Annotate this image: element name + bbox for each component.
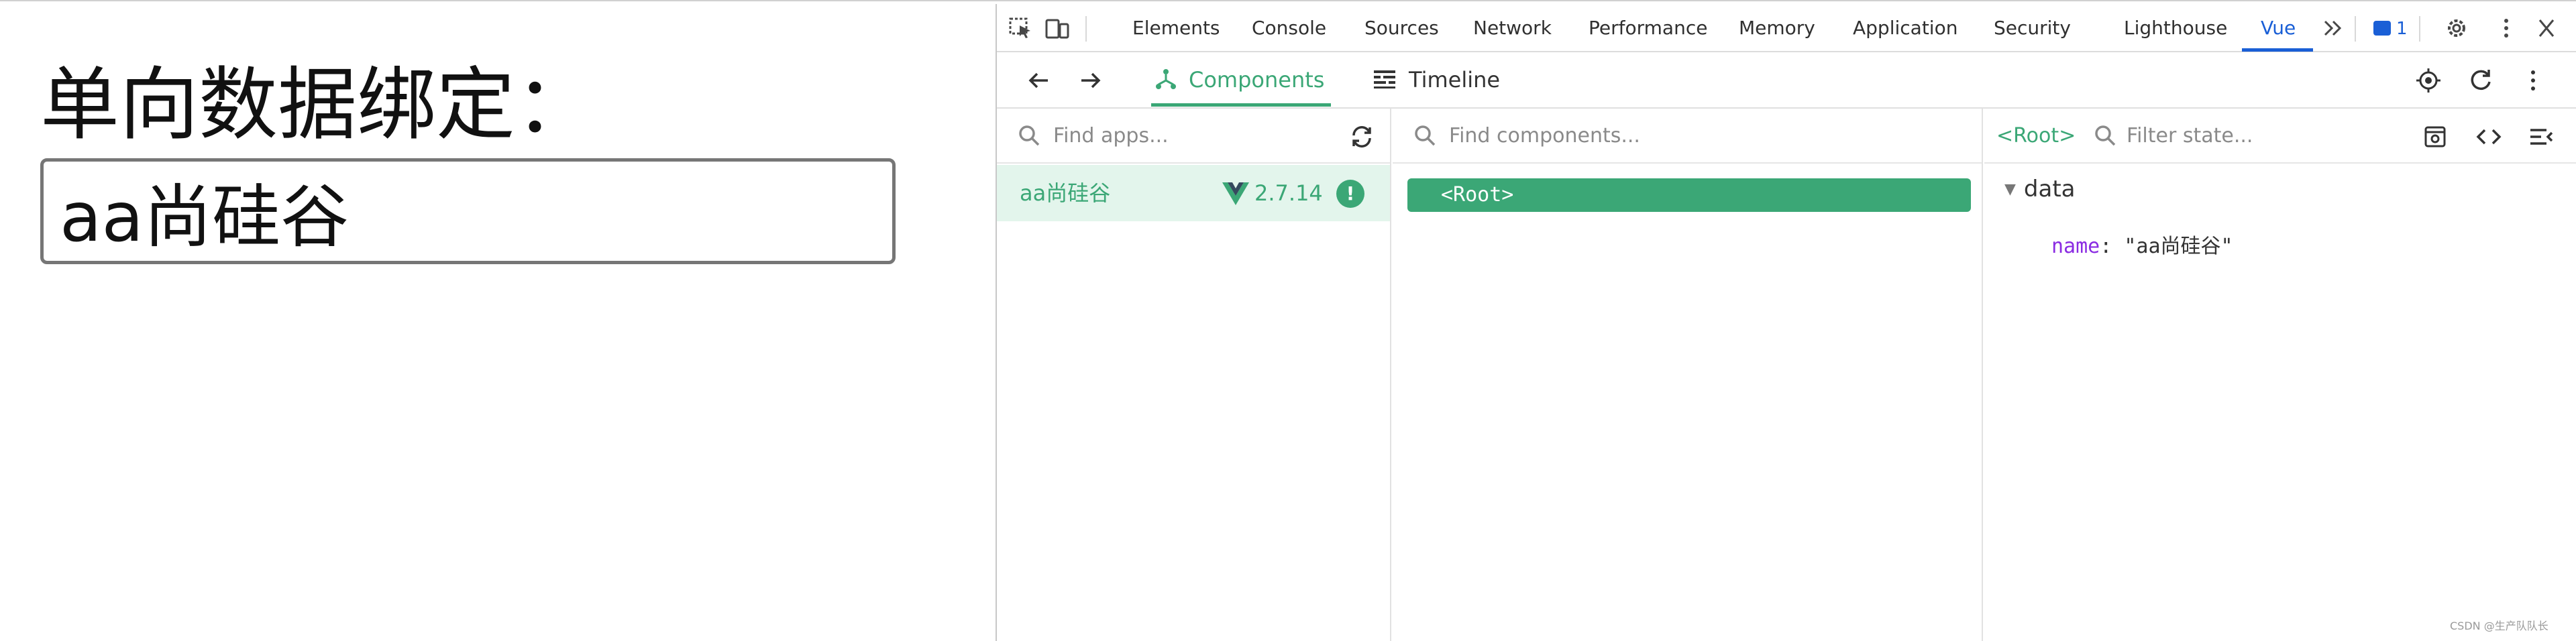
components-search-row — [1393, 109, 1982, 164]
tab-performance[interactable]: Performance — [1589, 4, 1707, 52]
gear-icon[interactable] — [2443, 16, 2470, 40]
tab-timeline-label: Timeline — [1409, 67, 1501, 93]
caret-down-icon: ▼ — [2004, 181, 2016, 198]
page-title: 单向数据绑定： — [40, 58, 595, 151]
inspect-element-icon[interactable] — [1008, 16, 1034, 40]
selected-component-name: <Root> — [1996, 124, 2076, 148]
apps-pane: aa尚硅谷 2.7.14 ! — [997, 109, 1391, 641]
components-search-input[interactable] — [1449, 119, 1919, 152]
toolbar-divider — [2355, 16, 2356, 42]
state-property-row[interactable]: name: "aa尚硅谷" — [2051, 229, 2233, 259]
apps-search-row — [997, 109, 1390, 164]
state-inspector-pane: <Root> ▼ data name: "aa尚硅谷" — [1984, 109, 2576, 641]
kebab-menu-icon[interactable] — [2493, 16, 2520, 40]
message-icon — [2373, 20, 2391, 36]
property-separator: : — [2100, 235, 2125, 258]
component-tree-node-root[interactable]: <Root> — [1407, 178, 1971, 212]
tab-network[interactable]: Network — [1473, 4, 1552, 52]
property-value: "aa尚硅谷" — [2124, 235, 2233, 258]
app-list-item[interactable]: aa尚硅谷 2.7.14 ! — [997, 165, 1390, 221]
device-toolbar-icon[interactable] — [1044, 16, 1071, 40]
tab-memory[interactable]: Memory — [1739, 4, 1815, 52]
tab-elements[interactable]: Elements — [1132, 4, 1220, 52]
tab-vue[interactable]: Vue — [2261, 4, 2296, 52]
component-tree-pane: <Root> — [1393, 109, 1983, 641]
tab-timeline[interactable]: Timeline — [1373, 52, 1500, 107]
devtools-panel: Elements Console Sources Network Perform… — [996, 4, 2576, 641]
target-select-icon[interactable] — [2414, 66, 2443, 95]
tab-components[interactable]: Components — [1154, 52, 1324, 107]
apps-search-input[interactable] — [1053, 119, 1322, 152]
app-version: 2.7.14 — [1254, 180, 1323, 206]
issues-count: 1 — [2396, 19, 2408, 39]
toolbar-divider — [1085, 16, 1087, 42]
tab-application[interactable]: Application — [1853, 4, 1957, 52]
forward-arrow-icon[interactable] — [1076, 66, 1106, 95]
tab-sources[interactable]: Sources — [1364, 4, 1439, 52]
back-arrow-icon[interactable] — [1024, 66, 1053, 95]
scroll-to-component-icon[interactable] — [2420, 122, 2450, 152]
state-section-data[interactable]: ▼ data — [2004, 176, 2076, 202]
search-icon — [1413, 123, 1437, 148]
state-filter-input[interactable] — [2127, 119, 2368, 152]
collapse-menu-icon[interactable] — [2526, 122, 2556, 152]
state-section-label: data — [2023, 176, 2076, 202]
tab-lighthouse[interactable]: Lighthouse — [2124, 4, 2227, 52]
sync-icon[interactable] — [1347, 122, 1377, 152]
toolbar-divider — [2419, 16, 2420, 42]
vue-logo-icon — [1222, 182, 1249, 205]
devtools-tab-bar: Elements Console Sources Network Perform… — [997, 4, 2576, 52]
state-inspector-header: <Root> — [1984, 109, 2576, 164]
tab-console[interactable]: Console — [1252, 4, 1326, 52]
active-tab-indicator — [2242, 48, 2313, 52]
kebab-menu-icon[interactable] — [2518, 66, 2548, 95]
search-icon — [1017, 123, 1041, 148]
chevron-double-right-icon[interactable] — [2320, 16, 2347, 40]
screen: 单向数据绑定： Elements Console Sources Network… — [0, 0, 2576, 641]
code-icon[interactable] — [2474, 122, 2504, 152]
issues-counter[interactable]: 1 — [2373, 19, 2408, 39]
bound-text-input[interactable] — [40, 158, 896, 264]
page-viewport: 单向数据绑定： — [0, 4, 996, 641]
vue-devtools-toolbar: Components Timeline — [997, 52, 2576, 109]
warning-icon: ! — [1336, 180, 1364, 208]
tab-security[interactable]: Security — [1994, 4, 2071, 52]
search-icon — [2093, 123, 2117, 148]
watermark: CSDN @生产队队长 — [2450, 620, 2548, 632]
property-key: name — [2051, 235, 2100, 258]
close-icon[interactable] — [2533, 16, 2560, 40]
component-tree-icon — [1156, 69, 1176, 89]
app-name: aa尚硅谷 — [1020, 180, 1111, 206]
timeline-icon — [1374, 70, 1395, 89]
refresh-icon[interactable] — [2466, 66, 2496, 95]
active-vue-tab-indicator — [1151, 103, 1331, 107]
tab-components-label: Components — [1189, 67, 1325, 93]
